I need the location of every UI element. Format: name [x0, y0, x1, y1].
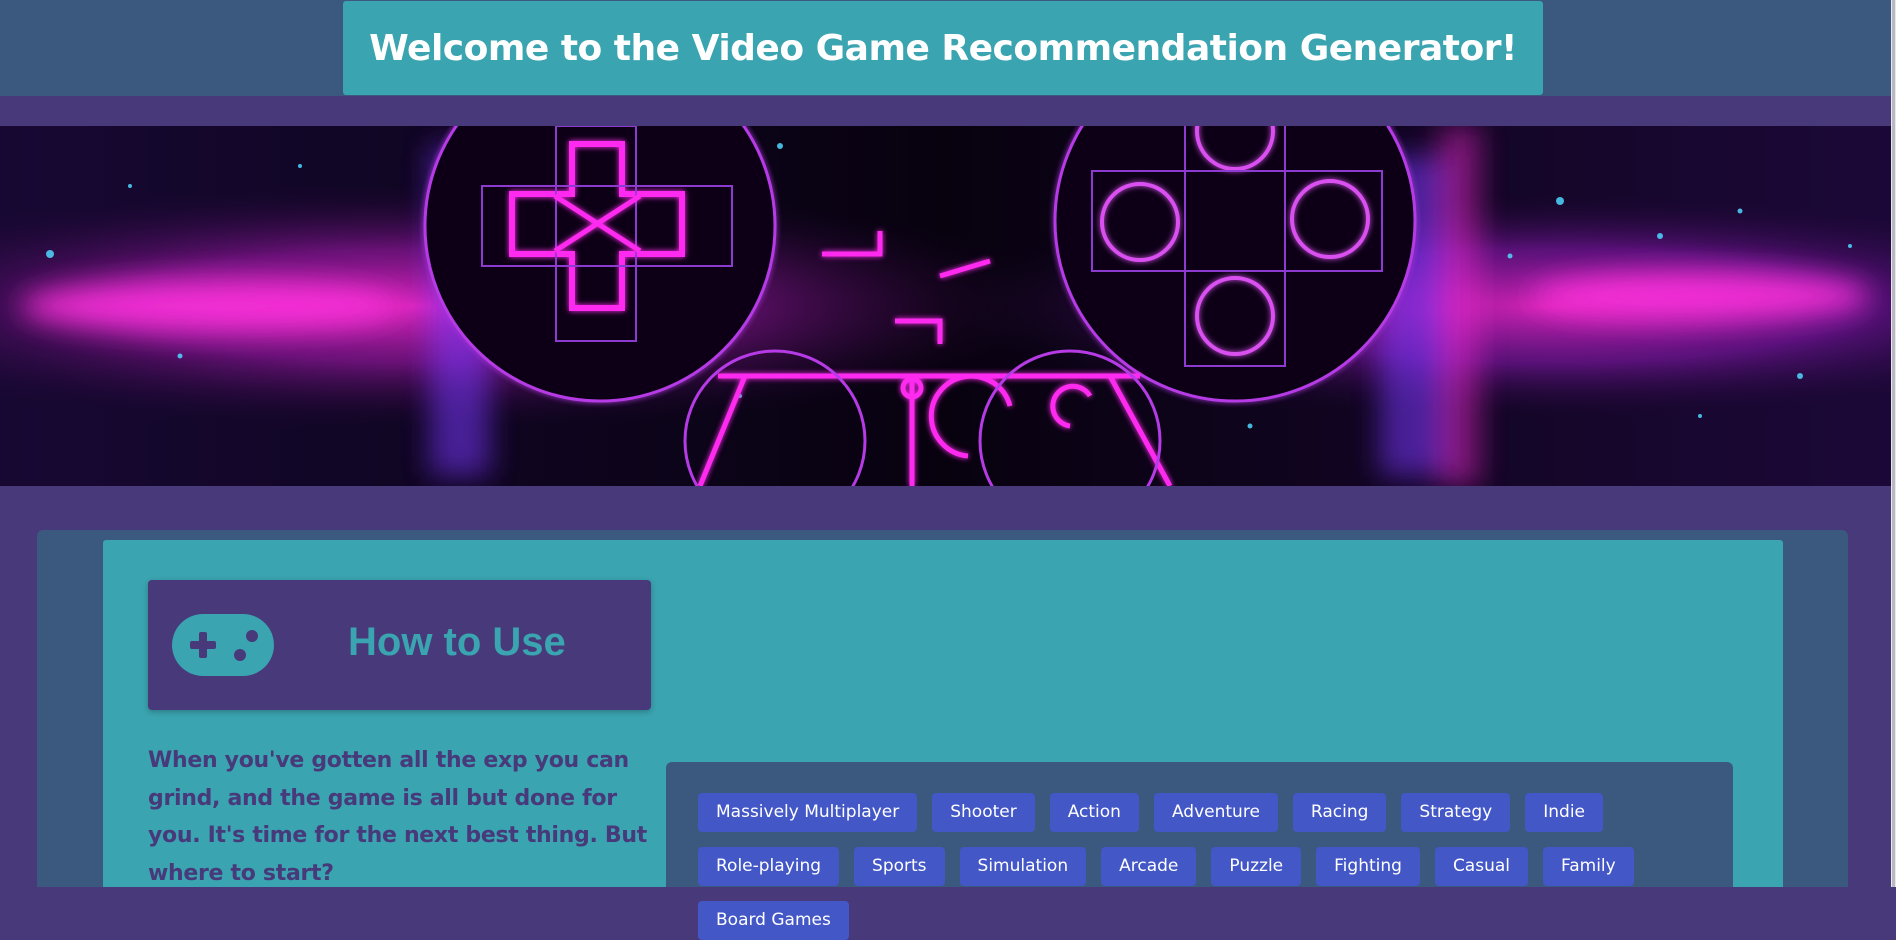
game-controller-banner-art: [0, 126, 1891, 486]
genre-button-massively-multiplayer[interactable]: Massively Multiplayer: [698, 793, 918, 832]
genre-button-racing[interactable]: Racing: [1292, 793, 1387, 832]
scrollbar-thumb[interactable]: [1892, 0, 1895, 887]
genre-button-shooter[interactable]: Shooter: [932, 793, 1035, 832]
title-banner: Welcome to the Video Game Recommendation…: [343, 1, 1543, 95]
genre-button-casual[interactable]: Casual: [1434, 847, 1528, 886]
hero-banner-image: [0, 126, 1891, 486]
genre-button-simulation[interactable]: Simulation: [959, 847, 1087, 886]
genre-button-puzzle[interactable]: Puzzle: [1211, 847, 1302, 886]
genre-button-fighting[interactable]: Fighting: [1316, 847, 1420, 886]
genre-selector-panel: Massively Multiplayer Shooter Action Adv…: [666, 762, 1733, 940]
how-to-use-title: How to Use: [348, 620, 566, 664]
genre-button-family[interactable]: Family: [1543, 847, 1634, 886]
page-title: Welcome to the Video Game Recommendation…: [369, 27, 1517, 69]
genre-button-arcade[interactable]: Arcade: [1101, 847, 1197, 886]
genre-button-action[interactable]: Action: [1049, 793, 1139, 832]
genre-button-sports[interactable]: Sports: [854, 847, 945, 886]
genre-button-strategy[interactable]: Strategy: [1401, 793, 1511, 832]
header-bar: Welcome to the Video Game Recommendation…: [0, 0, 1891, 96]
intro-paragraph: When you've gotten all the exp you can g…: [148, 748, 647, 886]
genre-button-adventure[interactable]: Adventure: [1153, 793, 1278, 832]
genre-button-board-games[interactable]: Board Games: [698, 901, 849, 940]
genre-button-list: Massively Multiplayer Shooter Action Adv…: [698, 793, 1718, 940]
how-to-use-card: How to Use: [148, 580, 651, 710]
genre-button-indie[interactable]: Indie: [1525, 793, 1604, 832]
gamepad-icon: [172, 614, 274, 676]
genre-button-role-playing[interactable]: Role-playing: [698, 847, 840, 886]
